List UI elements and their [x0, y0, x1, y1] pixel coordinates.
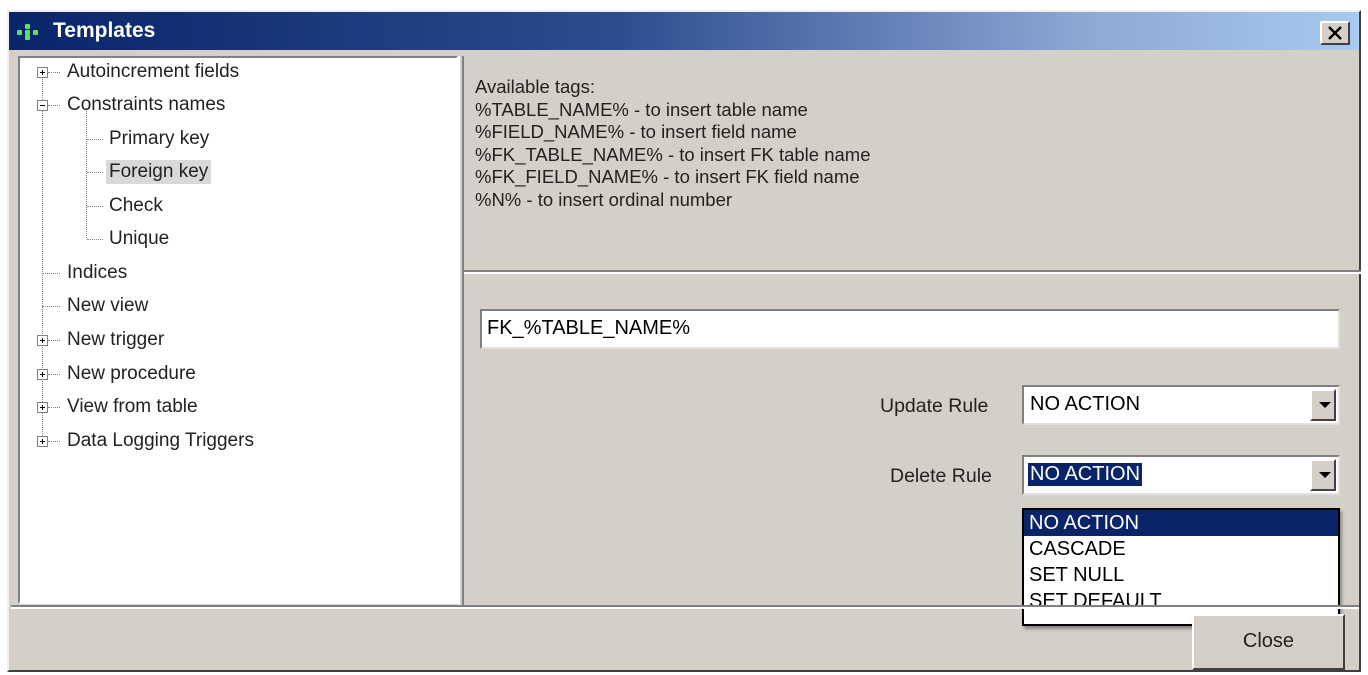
tree-connector: [42, 72, 43, 442]
app-icon: [17, 24, 39, 40]
tree-connector: [86, 108, 87, 238]
template-text-input[interactable]: FK_%TABLE_NAME%: [480, 309, 1340, 349]
tree-item-new-procedure[interactable]: New procedure: [64, 362, 199, 386]
tag-line: %TABLE_NAME% - to insert table name: [475, 98, 808, 120]
tree-connector: [48, 340, 60, 341]
update-rule-value: NO ACTION: [1030, 393, 1141, 415]
available-tags-help: Available tags: %TABLE_NAME% - to insert…: [475, 76, 871, 211]
update-rule-label: Update Rule: [880, 395, 989, 417]
collapse-icon[interactable]: [37, 100, 48, 111]
expand-icon[interactable]: [37, 402, 48, 413]
tree-connector: [48, 407, 60, 408]
update-rule-select[interactable]: NO ACTION: [1022, 385, 1340, 425]
tree-connector: [87, 206, 103, 207]
tree-connector: [42, 273, 60, 274]
tree-connector: [42, 306, 60, 307]
expand-icon[interactable]: [37, 369, 48, 380]
delete-rule-label: Delete Rule: [890, 465, 992, 487]
tree-connector: [48, 441, 60, 442]
tag-line: %N% - to insert ordinal number: [475, 188, 733, 210]
section-divider: [464, 270, 1361, 274]
template-tree[interactable]: Autoincrement fields Constraints names P…: [18, 56, 458, 604]
button-bar-divider: [11, 605, 1359, 609]
expand-icon[interactable]: [37, 335, 48, 346]
tree-item-new-trigger[interactable]: New trigger: [64, 328, 167, 352]
chevron-down-icon[interactable]: [1310, 459, 1336, 491]
tree-connector: [48, 72, 60, 73]
tree-item-primary-key[interactable]: Primary key: [106, 127, 212, 151]
panel-splitter[interactable]: [458, 56, 464, 608]
expand-icon[interactable]: [37, 67, 48, 78]
option-no-action[interactable]: NO ACTION: [1024, 510, 1338, 536]
tree-connector: [87, 139, 103, 140]
templates-dialog: Templates Autoincrement fields Constrain…: [7, 10, 1361, 672]
delete-rule-select[interactable]: NO ACTION: [1022, 455, 1340, 495]
tree-connector: [48, 374, 60, 375]
tree-item-data-logging-triggers[interactable]: Data Logging Triggers: [64, 429, 257, 453]
option-cascade[interactable]: CASCADE: [1024, 536, 1338, 562]
option-set-default[interactable]: SET DEFAULT: [1024, 588, 1338, 614]
tree-item-view-from-table[interactable]: View from table: [64, 395, 201, 419]
tags-heading: Available tags:: [475, 76, 595, 97]
tree-connector: [87, 172, 103, 173]
tag-line: %FK_FIELD_NAME% - to insert FK field nam…: [475, 166, 860, 187]
tree-item-unique[interactable]: Unique: [106, 227, 172, 251]
tree-item-check[interactable]: Check: [106, 194, 166, 218]
chevron-down-icon[interactable]: [1310, 389, 1336, 421]
tag-line: %FIELD_NAME% - to insert field name: [475, 121, 797, 142]
title-bar[interactable]: Templates: [9, 12, 1359, 50]
expand-icon[interactable]: [37, 436, 48, 447]
tree-item-new-view[interactable]: New view: [64, 294, 151, 318]
window-title: Templates: [53, 19, 156, 42]
close-icon: [1328, 26, 1342, 40]
tree-item-foreign-key[interactable]: Foreign key: [106, 160, 212, 184]
tree-item-autoincrement-fields[interactable]: Autoincrement fields: [64, 60, 242, 84]
tree-item-constraints-names[interactable]: Constraints names: [64, 93, 228, 117]
window-close-button[interactable]: [1320, 21, 1350, 45]
delete-rule-value: NO ACTION: [1028, 463, 1143, 486]
tag-line: %FK_TABLE_NAME% - to insert FK table nam…: [475, 143, 871, 165]
option-set-null[interactable]: SET NULL: [1024, 562, 1338, 588]
tree-connector: [48, 105, 60, 106]
tree-connector: [87, 239, 103, 240]
close-button[interactable]: Close: [1192, 614, 1345, 670]
tree-item-indices[interactable]: Indices: [64, 261, 130, 285]
